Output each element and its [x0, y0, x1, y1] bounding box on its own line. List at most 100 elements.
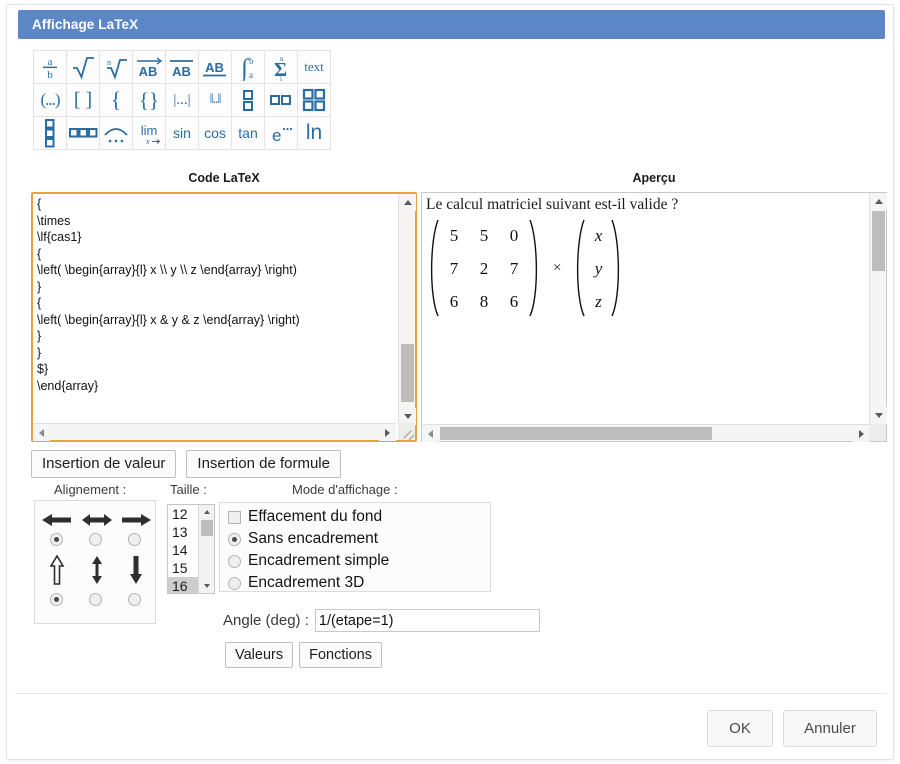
- preview-vertical-scroll-thumb[interactable]: [872, 211, 885, 271]
- three-cols-matrix-icon[interactable]: [66, 116, 100, 150]
- left-right-arrow-icon: [77, 507, 117, 533]
- alignment-group: [34, 500, 156, 624]
- text-icon[interactable]: text: [297, 50, 331, 84]
- angle-row: Angle (deg) :: [223, 609, 540, 632]
- preview-scroll-down-button[interactable]: [870, 407, 887, 424]
- toolbar-row-1: a b n AB: [33, 50, 341, 83]
- code-horizontal-scrollbar[interactable]: [33, 423, 396, 440]
- simple-frame-radio-row[interactable]: Encadrement simple: [220, 550, 490, 572]
- simple-frame-label: Encadrement simple: [248, 552, 389, 570]
- cos-icon[interactable]: cos: [198, 116, 232, 150]
- size-option[interactable]: 14: [168, 541, 198, 559]
- matrix-a-right-paren: [529, 218, 542, 318]
- valign-bottom-radio[interactable]: [128, 593, 141, 606]
- size-scrollbar[interactable]: [198, 505, 214, 593]
- ok-button[interactable]: OK: [707, 710, 773, 747]
- preview-scroll-up-button[interactable]: [870, 193, 887, 210]
- simple-frame-radio[interactable]: [228, 555, 241, 568]
- fraction-icon[interactable]: a b: [33, 50, 67, 84]
- valign-top-radio[interactable]: [50, 593, 63, 606]
- insert-value-button[interactable]: Insertion de valeur: [31, 450, 176, 478]
- preview-panel-label: Aperçu: [421, 171, 887, 185]
- svg-text:i: i: [280, 75, 282, 81]
- three-rows-matrix-icon[interactable]: [33, 116, 67, 150]
- preview-scroll-corner: [869, 424, 886, 441]
- valign-middle-radio[interactable]: [89, 593, 102, 606]
- vector-ab-icon[interactable]: AB: [132, 50, 166, 84]
- no-frame-radio-row[interactable]: Sans encadrement: [220, 528, 490, 550]
- latex-preview-panel: Le calcul matriciel suivant est-il valid…: [421, 192, 887, 442]
- cell: 0: [499, 219, 529, 252]
- size-option[interactable]: 15: [168, 559, 198, 577]
- cancel-button[interactable]: Annuler: [783, 710, 877, 747]
- align-left-radio[interactable]: [50, 533, 63, 546]
- absolute-value-icon[interactable]: |...|: [165, 83, 199, 117]
- alignment-caption: Alignement :: [54, 482, 126, 497]
- size-option[interactable]: 13: [168, 523, 198, 541]
- no-frame-radio[interactable]: [228, 533, 241, 546]
- code-vertical-scroll-thumb[interactable]: [401, 344, 414, 402]
- align-right-radio[interactable]: [128, 533, 141, 546]
- code-resize-grip[interactable]: [398, 423, 415, 440]
- size-option[interactable]: 12: [168, 505, 198, 523]
- size-scroll-up-button[interactable]: [199, 505, 215, 519]
- natural-log-icon[interactable]: ln: [297, 116, 331, 150]
- exponential-icon[interactable]: e: [264, 116, 298, 150]
- limit-icon[interactable]: lim x: [132, 116, 166, 150]
- preview-scroll-left-button[interactable]: [422, 425, 439, 442]
- two-rows-matrix-icon[interactable]: [231, 83, 265, 117]
- size-listbox[interactable]: 12 13 14 15 16: [167, 504, 215, 594]
- braces-icon[interactable]: {}: [132, 83, 166, 117]
- nth-root-icon[interactable]: n: [99, 50, 133, 84]
- values-button[interactable]: Valeurs: [225, 642, 293, 668]
- cell: 6: [439, 285, 469, 318]
- overbrace-dots-icon[interactable]: [99, 116, 133, 150]
- background-clear-checkbox-row[interactable]: Effacement du fond: [220, 506, 490, 528]
- svg-text:a: a: [48, 56, 53, 68]
- no-frame-label: Sans encadrement: [248, 530, 378, 548]
- integral-icon[interactable]: ∫ b a: [231, 50, 265, 84]
- left-arrow-icon: [37, 507, 77, 533]
- size-scroll-thumb[interactable]: [201, 520, 213, 536]
- display-mode-caption: Mode d'affichage :: [292, 482, 398, 497]
- four-cells-matrix-icon[interactable]: [297, 83, 331, 117]
- checkbox-icon[interactable]: [228, 511, 241, 524]
- latex-code-editor[interactable]: { \times \lf{cas1} { \left( \begin{array…: [31, 192, 417, 442]
- up-arrow-icon: [37, 555, 77, 585]
- left-brace-icon[interactable]: {: [99, 83, 133, 117]
- svg-text:AB: AB: [139, 64, 158, 79]
- cell: z: [585, 285, 611, 318]
- functions-button[interactable]: Fonctions: [299, 642, 382, 668]
- size-option-selected[interactable]: 16: [168, 577, 198, 594]
- overline-ab-icon[interactable]: AB: [165, 50, 199, 84]
- square-root-icon[interactable]: [66, 50, 100, 84]
- parentheses-icon[interactable]: (...): [33, 83, 67, 117]
- align-center-radio[interactable]: [89, 533, 102, 546]
- preview-scroll-right-button[interactable]: [853, 425, 870, 442]
- svg-text:b: b: [249, 56, 254, 66]
- norm-icon[interactable]: ‖..‖: [198, 83, 232, 117]
- two-cols-matrix-icon[interactable]: [264, 83, 298, 117]
- brackets-icon[interactable]: [ ]: [66, 83, 100, 117]
- code-scroll-left-button[interactable]: [33, 424, 50, 441]
- insert-formula-button[interactable]: Insertion de formule: [186, 450, 341, 478]
- angle-input[interactable]: [315, 609, 540, 632]
- frame-3d-radio-row[interactable]: Encadrement 3D: [220, 572, 490, 594]
- right-arrow-icon: [116, 507, 156, 533]
- preview-horizontal-scroll-thumb[interactable]: [440, 427, 712, 440]
- tan-icon[interactable]: tan: [231, 116, 265, 150]
- preview-horizontal-scrollbar[interactable]: [422, 424, 870, 441]
- code-scroll-up-button[interactable]: [399, 194, 416, 211]
- latex-code-text[interactable]: { \times \lf{cas1} { \left( \begin{array…: [33, 194, 395, 422]
- frame-3d-radio[interactable]: [228, 577, 241, 590]
- down-arrow-icon: [116, 555, 156, 585]
- underline-ab-icon[interactable]: AB: [198, 50, 232, 84]
- cell: 7: [439, 252, 469, 285]
- code-scroll-right-button[interactable]: [379, 424, 396, 441]
- cell: 7: [499, 252, 529, 285]
- code-vertical-scrollbar[interactable]: [398, 194, 415, 425]
- sin-icon[interactable]: sin: [165, 116, 199, 150]
- size-scroll-down-button[interactable]: [199, 579, 215, 593]
- sum-icon[interactable]: Σ n i: [264, 50, 298, 84]
- preview-vertical-scrollbar[interactable]: [869, 193, 886, 424]
